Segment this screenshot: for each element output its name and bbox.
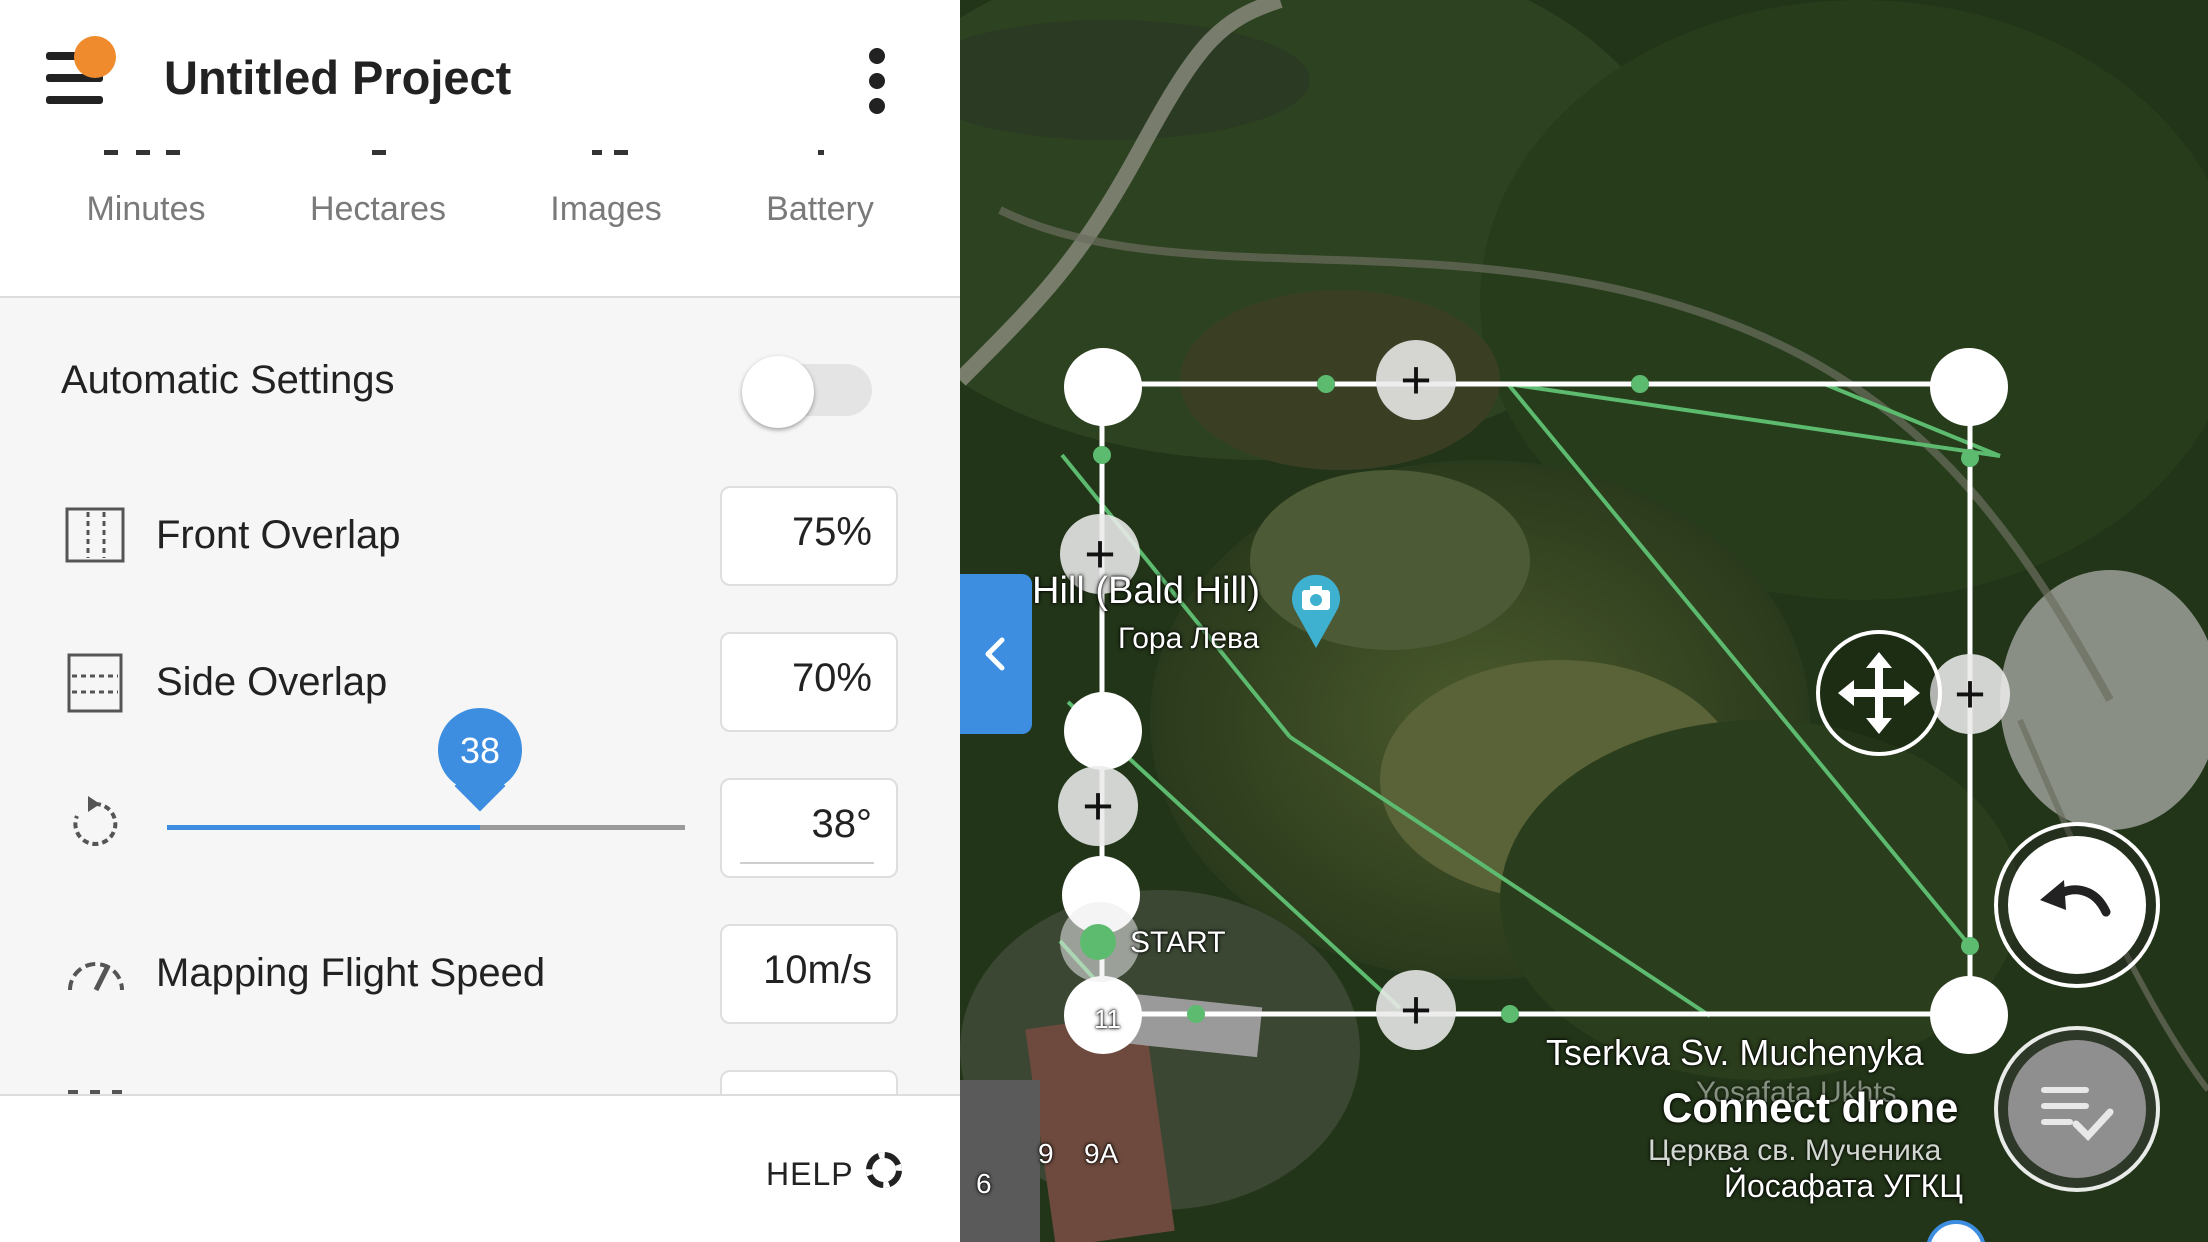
satellite-map[interactable]: + + + + + START Hill (Bald Hill) Гора Ле… <box>960 0 2208 1242</box>
preflight-checklist-button[interactable] <box>1994 1026 2160 1192</box>
front-overlap-input[interactable]: 75% <box>720 486 898 586</box>
stat-value-clipped <box>268 150 488 164</box>
chevron-left-icon <box>985 637 1005 671</box>
polygon-vertex-handle[interactable] <box>1064 348 1142 426</box>
church-local-name-label: Церква св. Мученика <box>1648 1134 1942 1167</box>
polygon-vertex-handle[interactable] <box>1064 692 1142 770</box>
checklist-icon <box>2041 1087 2114 1142</box>
house-number-label: 11 <box>1094 1004 1121 1034</box>
automatic-settings-toggle[interactable] <box>742 356 876 428</box>
panel-footer: HELP <box>0 1094 960 1242</box>
collapse-panel-button[interactable] <box>960 574 1032 734</box>
poi-name-label: Hill (Bald Hill) <box>1032 570 1261 612</box>
add-vertex-button[interactable]: + <box>1376 340 1456 420</box>
front-overlap-label: Front Overlap <box>156 513 401 557</box>
side-overlap-icon <box>67 653 123 713</box>
side-overlap-label: Side Overlap <box>156 660 388 704</box>
automatic-settings-label: Automatic Settings <box>61 358 395 402</box>
start-label: START <box>1130 926 1226 959</box>
front-overlap-icon <box>65 507 125 563</box>
undo-icon <box>2040 880 2111 917</box>
polygon-vertex-handle[interactable] <box>1930 976 2008 1054</box>
side-overlap-input[interactable]: 70% <box>720 632 898 732</box>
move-polygon-button[interactable] <box>1816 630 1942 756</box>
stat-value-clipped <box>498 150 718 164</box>
poi-local-name-label: Гора Лева <box>1118 622 1260 655</box>
house-number-label: 9A <box>1084 1138 1119 1169</box>
camera-poi-pin-icon[interactable] <box>1288 572 1344 650</box>
stat-value-clipped <box>710 150 930 164</box>
connect-drone-label[interactable]: Connect drone <box>1662 1084 1958 1132</box>
undo-button[interactable] <box>1994 822 2160 988</box>
move-arrows-icon <box>1838 652 1920 734</box>
flight-speed-input[interactable]: 10m/s <box>720 924 898 1024</box>
add-vertex-button[interactable]: + <box>1058 766 1138 846</box>
speedometer-icon <box>68 962 124 992</box>
polygon-vertex-handle[interactable] <box>1930 348 2008 426</box>
help-button[interactable]: HELP <box>766 1156 854 1193</box>
stat-images-label: Images <box>550 190 662 228</box>
start-point-marker[interactable] <box>1080 924 1116 960</box>
settings-panel: Untitled Project Minutes Hectares Images… <box>0 0 960 1242</box>
house-number-label: 9 <box>1038 1138 1054 1169</box>
flight-stats: Minutes Hectares Images Battery <box>0 150 960 298</box>
project-title: Untitled Project <box>164 51 512 104</box>
more-options-button[interactable] <box>862 48 892 114</box>
house-number-label: 6 <box>976 1168 992 1199</box>
app-header: Untitled Project <box>0 0 960 160</box>
church-local-name-label-2: Йосафата УГКЦ <box>1724 1168 1963 1204</box>
notification-dot <box>74 36 116 78</box>
lifebuoy-icon[interactable] <box>866 1152 902 1188</box>
church-name-label: Tserkva Sv. Muchenyka <box>1546 1032 1924 1073</box>
stat-battery-label: Battery <box>766 190 874 228</box>
angle-slider-thumb[interactable]: 38 <box>438 708 522 812</box>
angle-input-underline <box>740 862 874 864</box>
rotate-icon <box>73 796 118 846</box>
angle-slider-track[interactable] <box>480 825 685 830</box>
angle-slider-fill <box>167 825 480 830</box>
stat-minutes-label: Minutes <box>86 190 206 228</box>
add-vertex-button[interactable]: + <box>1930 654 2010 734</box>
stat-hectares-label: Hectares <box>309 190 447 228</box>
stat-value-clipped <box>36 150 256 164</box>
add-vertex-button[interactable]: + <box>1376 970 1456 1050</box>
flight-speed-label: Mapping Flight Speed <box>156 951 546 995</box>
